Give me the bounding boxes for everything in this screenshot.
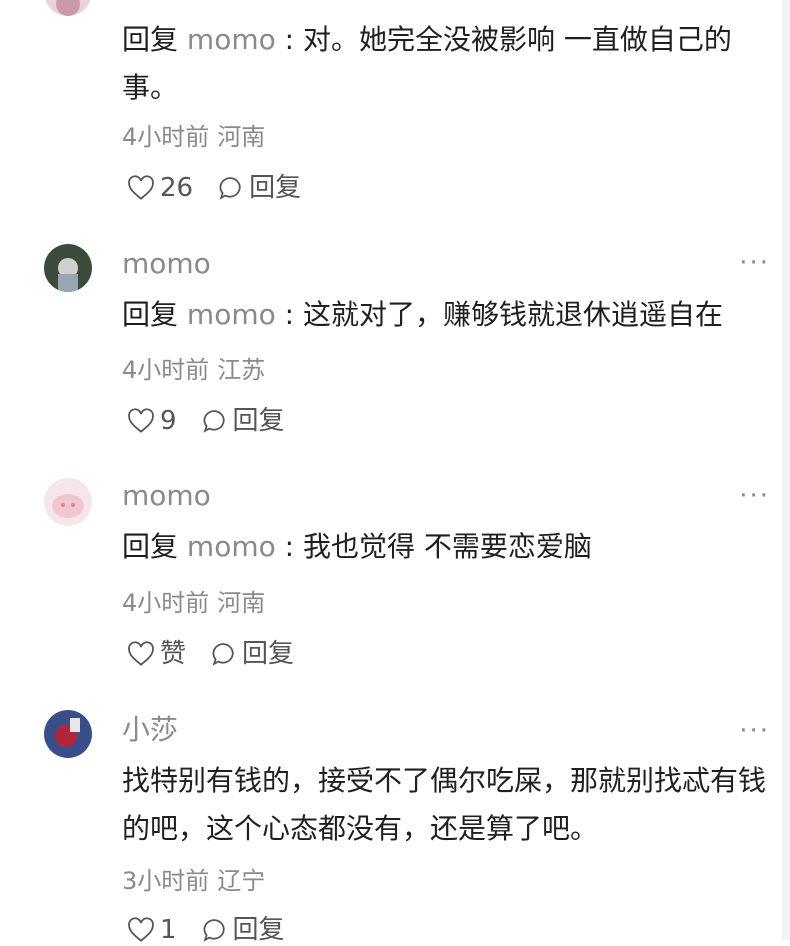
comment-text: 回复 momo : 这就对了，赚够钱就退休逍遥自在 [122, 291, 777, 339]
comment-text: 找特别有钱的，接受不了偶尔吃屎，那就别找忒有钱的吧，这个心态都没有，还是算了吧。 [122, 757, 777, 853]
comment-actions: 26 回复 [126, 172, 301, 204]
ellipsis-icon[interactable]: ··· [739, 716, 770, 746]
reply-separator: : [275, 23, 303, 56]
ellipsis-icon[interactable]: ··· [739, 481, 770, 511]
like-button[interactable]: 赞 [126, 638, 186, 670]
location: 江苏 [217, 356, 266, 384]
reply-prefix: 回复 [122, 530, 179, 563]
reply-label: 回复 [249, 173, 302, 203]
ellipsis-icon[interactable]: ··· [739, 248, 770, 278]
like-count: 赞 [160, 639, 187, 669]
comment-body: 找特别有钱的，接受不了偶尔吃屎，那就别找忒有钱的吧，这个心态都没有，还是算了吧。 [122, 764, 767, 845]
location: 辽宁 [217, 867, 266, 895]
reply-button[interactable]: 回复 [210, 638, 294, 670]
reply-prefix: 回复 [122, 298, 179, 331]
comment-body: 这就对了，赚够钱就退休逍遥自在 [302, 298, 723, 331]
reply-target[interactable]: momo [187, 298, 276, 331]
reply-label: 回复 [232, 915, 285, 945]
reply-label: 回复 [242, 639, 295, 669]
username[interactable]: 小莎 [122, 712, 178, 748]
like-count: 1 [160, 915, 177, 945]
avatar[interactable] [44, 478, 92, 526]
like-count: 26 [160, 173, 194, 203]
like-button[interactable]: 26 [126, 172, 193, 204]
username[interactable]: momo [122, 478, 211, 514]
like-button[interactable]: 9 [126, 405, 177, 437]
reply-separator: : [275, 298, 303, 331]
reply-button[interactable]: 回复 [201, 914, 285, 946]
like-count: 9 [160, 406, 177, 436]
speech-bubble-icon [203, 410, 225, 433]
comment-actions: 1 回复 [126, 914, 285, 946]
reply-prefix: 回复 [122, 23, 179, 56]
heart-outline-icon [128, 917, 154, 942]
avatar[interactable] [44, 244, 92, 292]
comment-meta: 4小时前 河南 [122, 122, 265, 152]
avatar[interactable] [44, 0, 92, 16]
heart-outline-icon [128, 175, 154, 200]
reply-button[interactable]: 回复 [201, 405, 285, 437]
reply-label: 回复 [232, 406, 285, 436]
comment-text: 回复 momo : 对。她完全没被影响 一直做自己的事。 [122, 16, 777, 112]
comment-meta: 4小时前 江苏 [122, 355, 265, 385]
speech-bubble-icon [219, 177, 241, 200]
comment-actions: 赞 回复 [126, 638, 294, 670]
scrollbar-track[interactable] [782, 0, 790, 940]
comment-meta: 3小时前 辽宁 [122, 866, 265, 896]
timestamp: 4小时前 [122, 589, 210, 617]
username[interactable]: momo [122, 246, 211, 282]
timestamp: 4小时前 [122, 123, 210, 151]
location: 河南 [217, 589, 266, 617]
location: 河南 [217, 123, 266, 151]
reply-button[interactable]: 回复 [217, 172, 301, 204]
speech-bubble-icon [212, 643, 234, 666]
comment-text: 回复 momo : 我也觉得 不需要恋爱脑 [122, 523, 777, 571]
timestamp: 3小时前 [122, 867, 210, 895]
reply-target[interactable]: momo [187, 23, 276, 56]
avatar[interactable] [44, 710, 92, 758]
comment-meta: 4小时前 河南 [122, 588, 265, 618]
like-button[interactable]: 1 [126, 914, 177, 946]
reply-separator: : [275, 530, 303, 563]
reply-target[interactable]: momo [187, 530, 276, 563]
timestamp: 4小时前 [122, 356, 210, 384]
comment-actions: 9 回复 [126, 405, 285, 437]
comment-body: 我也觉得 不需要恋爱脑 [302, 530, 592, 563]
heart-outline-icon [128, 641, 154, 666]
heart-outline-icon [128, 408, 154, 433]
